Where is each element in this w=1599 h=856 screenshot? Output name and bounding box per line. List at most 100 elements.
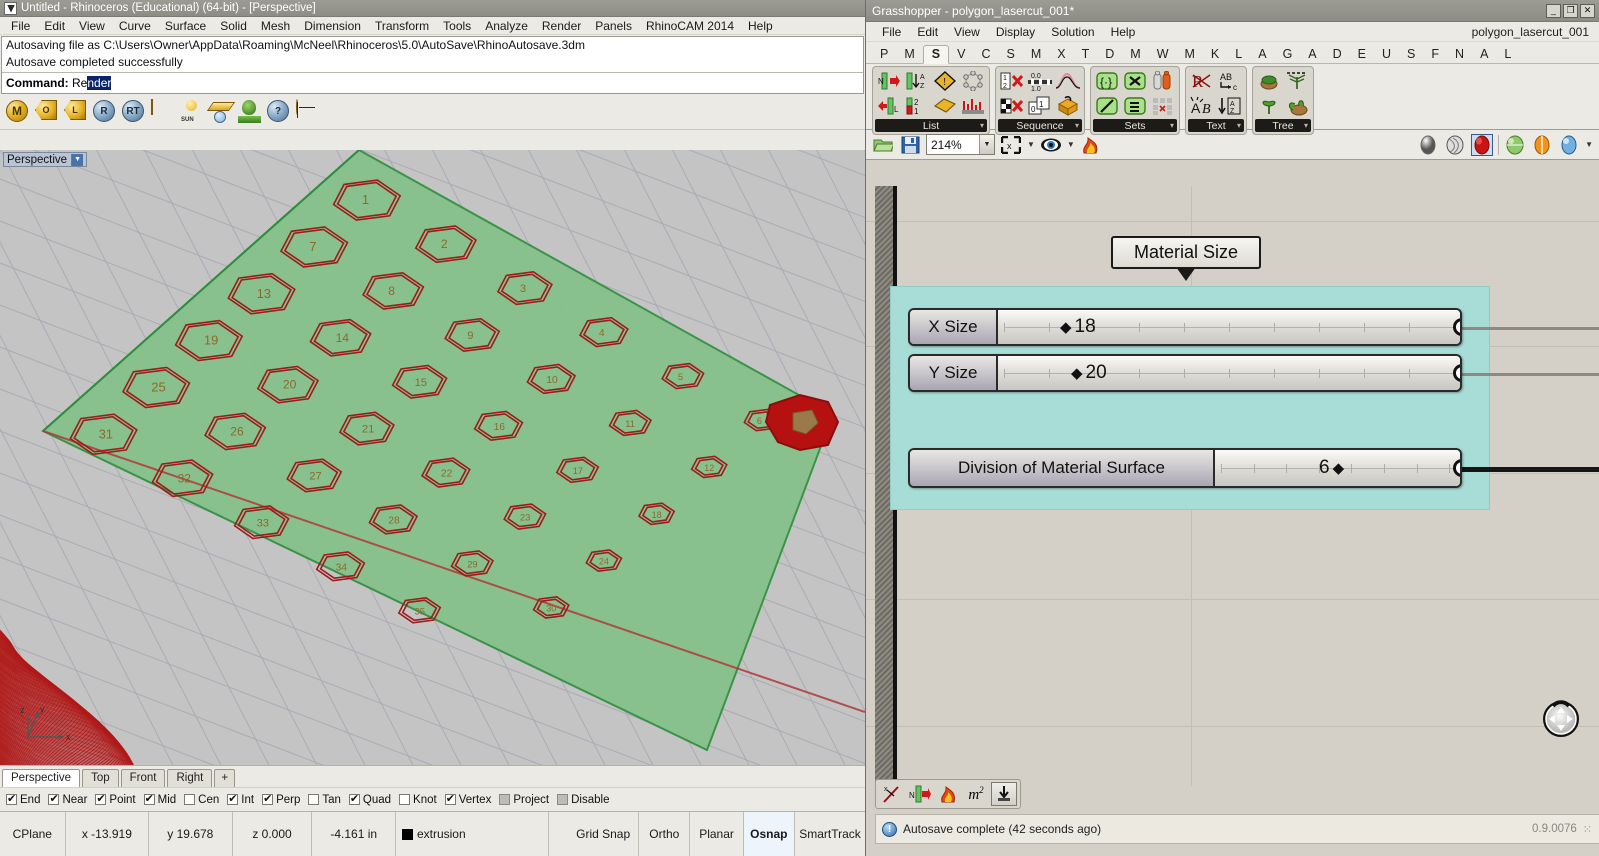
menu-item-render[interactable]: Render	[535, 19, 588, 33]
text-split-icon[interactable]: R	[1189, 69, 1215, 93]
gh-tab-12[interactable]: M	[1177, 46, 1203, 63]
blue-sphere-icon[interactable]	[1558, 134, 1580, 156]
ribbon-group-tree[interactable]: Tree ▾	[1252, 66, 1314, 135]
materials-icon[interactable]: M	[6, 100, 29, 123]
slider-knob-icon[interactable]: ◆	[1071, 364, 1083, 382]
render-mesh-icon[interactable]	[151, 99, 174, 123]
menu-item-dimension[interactable]: Dimension	[297, 19, 368, 33]
menu-item-view[interactable]: View	[72, 19, 112, 33]
viewport-tab-top[interactable]: Top	[82, 769, 119, 787]
osnap-knot[interactable]: Knot	[399, 794, 437, 806]
gh-tab-17[interactable]: A	[1300, 46, 1324, 63]
zoom-level-value[interactable]: 214%	[927, 135, 979, 154]
osnap-vertex[interactable]: Vertex	[444, 792, 491, 806]
gh-tab-16[interactable]: G	[1275, 46, 1301, 63]
viewport-tab-right[interactable]: Right	[167, 769, 213, 787]
gh-tab-22[interactable]: F	[1423, 46, 1447, 63]
tree-graft-icon[interactable]	[1284, 69, 1310, 93]
menu-item-solid[interactable]: Solid	[213, 19, 254, 33]
no-preview-icon[interactable]	[1417, 134, 1439, 156]
dispatch-icon[interactable]	[960, 94, 986, 118]
menu-item-curve[interactable]: Curve	[112, 19, 158, 33]
gh-tab-1[interactable]: M	[896, 46, 922, 63]
render-target-icon[interactable]	[296, 99, 319, 123]
tree-branch-icon[interactable]	[1256, 69, 1282, 93]
group-label-bubble[interactable]: Material Size	[1111, 236, 1261, 281]
parameter-icon[interactable]: N	[907, 782, 933, 806]
null-item-icon[interactable]: !	[932, 69, 958, 93]
ribbon-group-list[interactable]: N L AZ 21 ! List ▾	[872, 66, 990, 135]
toggle-osnap[interactable]: Osnap	[743, 812, 795, 856]
gh-tab-11[interactable]: W	[1149, 46, 1177, 63]
checkbox-icon[interactable]	[48, 792, 60, 805]
checkbox-icon[interactable]	[6, 792, 17, 805]
slider-x-size-track[interactable]: ◆ 18	[998, 310, 1460, 344]
gh-menu-help[interactable]: Help	[1103, 25, 1144, 39]
list-insert-icon[interactable]: L	[876, 94, 902, 118]
checkbox-icon[interactable]	[262, 792, 274, 805]
orange-sphere-icon[interactable]	[1531, 134, 1553, 156]
ribbon-group-sets[interactable]: {·} Sets ▾	[1090, 66, 1180, 135]
layers-icon[interactable]: L	[64, 100, 87, 123]
resize-grip-icon[interactable]: ⁙	[1583, 823, 1593, 836]
list-item-icon[interactable]: N	[876, 69, 902, 93]
menu-item-transform[interactable]: Transform	[368, 19, 436, 33]
gh-menu-solution[interactable]: Solution	[1043, 25, 1102, 39]
text-case-icon[interactable]: AB c	[1217, 69, 1243, 93]
maximize-icon[interactable]: ❐	[1563, 3, 1578, 18]
command-prompt[interactable]: Command: Render	[2, 73, 863, 93]
gh-tab-6[interactable]: M	[1023, 46, 1049, 63]
chevron-down-icon[interactable]: ▼	[71, 153, 84, 166]
osnap-toolbar[interactable]: End Near Point Mid Cen Int Perp Tan Quad Knot Vert…	[0, 787, 865, 811]
gh-menu-display[interactable]: Display	[988, 25, 1043, 39]
viewport-tab-add[interactable]: +	[214, 769, 236, 787]
menu-item-panels[interactable]: Panels	[588, 19, 639, 33]
gh-tab-18[interactable]: D	[1325, 46, 1350, 63]
slider-y-size[interactable]: Y Size ◆ 20	[908, 354, 1462, 392]
gh-tab-7[interactable]: X	[1049, 46, 1073, 63]
viewport-tab-bar[interactable]: Perspective Top Front Right +	[0, 765, 865, 787]
open-folder-icon[interactable]	[872, 134, 894, 156]
grasshopper-canvas[interactable]: Material Size X Size ◆ 18 Y Size ◆ 20 Di…	[866, 186, 1599, 786]
gh-tab-20[interactable]: U	[1374, 46, 1399, 63]
gh-menu-view[interactable]: View	[946, 25, 988, 39]
green-sphere-icon[interactable]	[1504, 134, 1526, 156]
osnap-end[interactable]: End	[6, 792, 40, 806]
canvas-navigation-compass[interactable]	[1540, 696, 1582, 738]
gh-menu-edit[interactable]: Edit	[909, 25, 946, 39]
checkbox-icon[interactable]	[308, 794, 320, 805]
status-layer[interactable]: extrusion	[396, 812, 549, 856]
subset-icon[interactable]	[1094, 94, 1120, 118]
set-union-icon[interactable]: {·}	[1094, 69, 1120, 93]
shaded-preview-icon[interactable]	[1471, 133, 1494, 156]
checkbox-icon[interactable]	[557, 794, 569, 805]
create-set-icon[interactable]	[1150, 69, 1176, 93]
osnap-tan[interactable]: Tan	[308, 794, 341, 806]
tree-merge-icon[interactable]	[1284, 94, 1310, 118]
menu-item-mesh[interactable]: Mesh	[254, 19, 297, 33]
command-history-area[interactable]: Autosaving file as C:\Users\Owner\AppDat…	[1, 36, 864, 94]
toggle-planar[interactable]: Planar	[690, 812, 744, 856]
chevron-down-icon[interactable]: ▼	[979, 135, 994, 154]
rhino-perspective-viewport[interactable]: 1 2 3 4 5 6 7 8 9 10 11 12 13 14 15 16 17 18 19 20 21 22 23 24 2…	[0, 150, 865, 765]
export-icon[interactable]	[991, 782, 1017, 806]
gh-tab-15[interactable]: A	[1250, 46, 1274, 63]
osnap-perp[interactable]: Perp	[262, 792, 300, 806]
gh-tab-9[interactable]: D	[1097, 46, 1122, 63]
grasshopper-tab-bar[interactable]: PMSVCSMXTDMWMKLAGADEUSFNAL	[866, 42, 1599, 64]
gh-menu-file[interactable]: File	[874, 25, 909, 39]
checkbox-icon[interactable]	[399, 794, 411, 805]
environment-icon[interactable]	[238, 100, 261, 123]
slider-y-size-track[interactable]: ◆ 20	[998, 356, 1460, 390]
grasshopper-ribbon[interactable]: N L AZ 21 ! List ▾ 1 2 0.0 1.0 0 1 Seque…	[866, 64, 1599, 135]
slider-knob-icon[interactable]: ◆	[1060, 318, 1072, 336]
checkbox-icon[interactable]	[227, 792, 239, 805]
gh-tab-19[interactable]: E	[1350, 46, 1374, 63]
checkbox-icon[interactable]	[143, 792, 155, 805]
random-icon[interactable]	[1055, 94, 1081, 118]
gh-tab-23[interactable]: N	[1447, 46, 1472, 63]
eye-preview-icon[interactable]	[1040, 134, 1062, 156]
bake-icon[interactable]	[935, 782, 961, 806]
range-icon[interactable]: 0.0 1.0	[1027, 69, 1053, 93]
sketch-icon[interactable]: x	[879, 782, 905, 806]
